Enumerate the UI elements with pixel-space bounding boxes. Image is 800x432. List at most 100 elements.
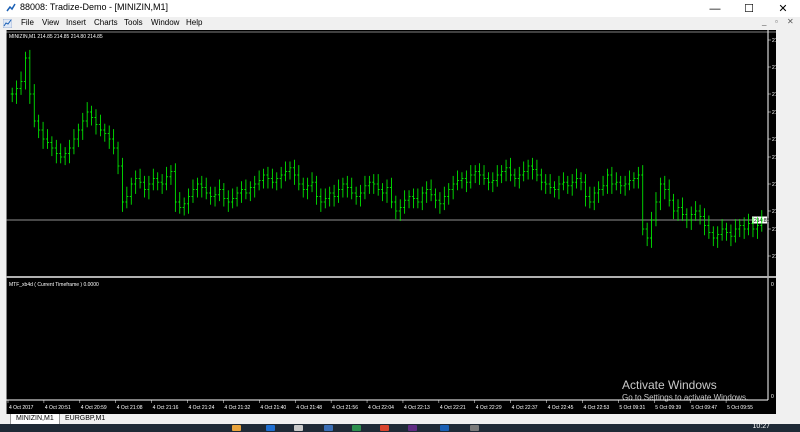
ohlc-bar <box>650 211 654 248</box>
ohlc-bar <box>23 51 27 90</box>
menu-view[interactable]: View <box>42 18 59 27</box>
ohlc-bar <box>442 186 446 211</box>
ohlc-bar <box>583 174 587 207</box>
ohlc-bar <box>182 197 186 216</box>
chart-window[interactable]: MINIZIN,M1 214.85 214.85 214.80 214.85 2… <box>5 30 788 414</box>
excel-icon[interactable] <box>352 425 361 431</box>
word-icon[interactable] <box>324 425 333 431</box>
ohlc-bar <box>553 181 557 198</box>
indicator-separator[interactable] <box>6 276 776 278</box>
ohlc-bar <box>473 165 477 184</box>
menu-tools[interactable]: Tools <box>124 18 143 27</box>
ohlc-bar <box>654 192 658 227</box>
ohlc-bar <box>561 172 565 191</box>
ohlc-bar <box>116 141 120 175</box>
menu-charts[interactable]: Charts <box>94 18 118 27</box>
ohlc-bar <box>482 165 486 185</box>
ohlc-bar <box>729 224 733 247</box>
ohlc-bar <box>28 49 32 104</box>
ohlc-bar <box>385 179 389 203</box>
ohlc-bar <box>403 190 407 214</box>
time-tick-label: 4 Oct 22:45 <box>548 405 574 411</box>
ohlc-bar <box>222 183 226 207</box>
time-tick-label: 5 Oct 09:31 <box>619 405 645 411</box>
time-tick-label: 4 Oct 2017 <box>9 405 34 411</box>
mdi-minimize-button[interactable]: _ <box>762 17 766 26</box>
indicator-label: MTF_xb4d ( Current Timeframe ) 0.0000 <box>9 282 99 288</box>
taskbar: 10:27 <box>0 423 800 432</box>
chart-icon <box>3 19 12 28</box>
minimize-button[interactable]: — <box>698 0 732 17</box>
ohlc-bar <box>438 192 442 214</box>
indicator-scale-bottom: 0 <box>771 394 774 400</box>
app-icon-taskbar[interactable] <box>408 425 417 431</box>
ohlc-bar <box>120 157 124 212</box>
close-button[interactable]: ✕ <box>766 0 800 17</box>
ohlc-bar <box>226 190 230 212</box>
ohlc-bar <box>632 172 636 189</box>
ohlc-bar <box>72 129 76 155</box>
title-bar: 88008: Tradize-Demo - [MINIZIN,M1] — ☐ ✕ <box>0 0 800 17</box>
ohlc-bar <box>213 186 217 207</box>
ohlc-bar <box>37 114 41 139</box>
menu-help[interactable]: Help <box>186 18 202 27</box>
ohlc-bar <box>323 188 327 209</box>
price-tick-label: 214.80 <box>772 227 776 233</box>
edge-icon[interactable] <box>266 425 275 431</box>
ohlc-bar <box>544 174 548 194</box>
settings-icon[interactable] <box>470 425 479 431</box>
maximize-button[interactable]: ☐ <box>732 0 766 17</box>
menu-window[interactable]: Window <box>151 18 179 27</box>
ohlc-bar <box>112 129 116 155</box>
menu-file[interactable]: File <box>21 18 34 27</box>
ohlc-bar <box>239 181 243 203</box>
ohlc-bar <box>508 157 512 182</box>
ohlc-bar <box>169 165 173 185</box>
ohlc-bar <box>103 123 107 142</box>
tab-eurgbp[interactable]: EURGBP,M1 <box>60 414 110 424</box>
ohlc-bar <box>641 165 645 236</box>
ohlc-bar <box>134 170 138 194</box>
price-chart[interactable]: MINIZIN,M1 214.85 214.85 214.80 214.85 2… <box>5 30 788 414</box>
ohlc-bar <box>262 168 266 189</box>
ohlc-bar <box>129 177 133 205</box>
ohlc-bar <box>68 139 72 164</box>
ohlc-bar <box>372 174 376 194</box>
ohlc-bar <box>217 179 221 202</box>
ohlc-bar <box>601 175 605 196</box>
ohlc-bar <box>138 168 142 189</box>
time-tick-label: 4 Oct 20:59 <box>81 405 107 411</box>
store-icon[interactable] <box>294 425 303 431</box>
ohlc-bar <box>125 186 129 209</box>
file-explorer-icon[interactable] <box>232 425 241 431</box>
ohlc-bar <box>363 175 367 200</box>
time-tick-label: 4 Oct 22:37 <box>512 405 538 411</box>
ohlc-bar <box>716 226 720 248</box>
ohlc-bar <box>720 219 724 241</box>
ohlc-bar <box>94 109 98 135</box>
ohlc-bar <box>531 157 535 180</box>
menu-insert[interactable]: Insert <box>66 18 86 27</box>
chrome-icon[interactable] <box>380 425 389 431</box>
indicator-scale-top: 0 <box>771 282 774 288</box>
time-tick-label: 4 Oct 21:56 <box>332 405 358 411</box>
ohlc-bar <box>248 181 252 202</box>
ohlc-bar <box>76 123 80 148</box>
ohlc-bar <box>570 174 574 196</box>
ohlc-bar <box>434 188 438 209</box>
ohlc-bar <box>676 199 680 221</box>
activation-watermark: Activate Windows Go to Settings to activ… <box>622 378 748 402</box>
ohlc-bar <box>522 161 526 182</box>
ohlc-bar <box>557 175 561 200</box>
ohlc-bar <box>429 179 433 202</box>
ohlc-bar <box>725 222 729 241</box>
mdi-close-button[interactable]: ✕ <box>787 17 794 26</box>
ohlc-bar <box>597 181 601 203</box>
ohlc-bar <box>297 165 301 191</box>
metatrader-icon[interactable] <box>440 425 449 431</box>
ohlc-bar <box>707 215 711 239</box>
ohlc-bar <box>398 199 402 221</box>
mdi-restore-button[interactable]: ▫ <box>775 17 778 26</box>
ohlc-bar <box>513 168 517 187</box>
ohlc-bar <box>367 175 371 194</box>
